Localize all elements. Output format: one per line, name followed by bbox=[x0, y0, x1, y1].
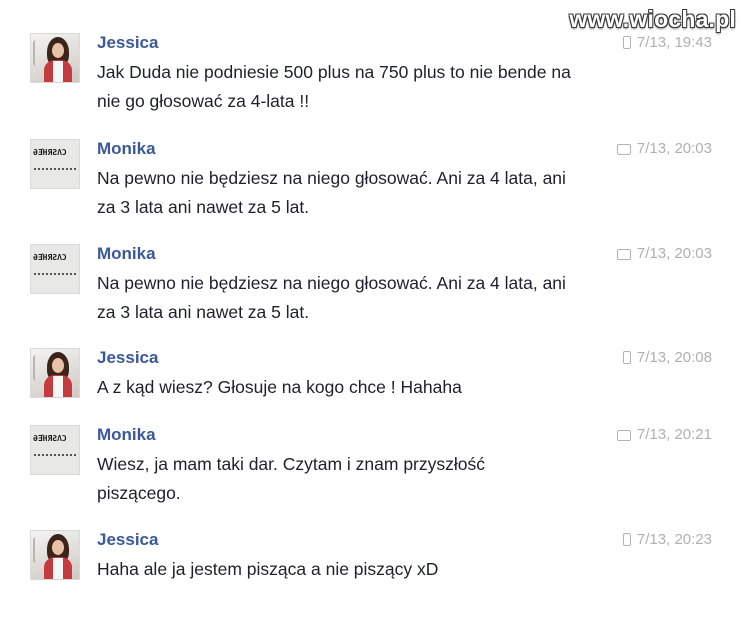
phone-icon bbox=[622, 533, 631, 546]
author-name[interactable]: Jessica bbox=[97, 348, 158, 368]
author-name[interactable]: Jessica bbox=[97, 33, 158, 53]
message-timestamp: 7/13, 20:23 bbox=[622, 531, 712, 548]
message-text: Na pewno nie będziesz na niego głosować.… bbox=[97, 168, 566, 217]
jessica-avatar[interactable] bbox=[30, 33, 80, 83]
jessica-avatar[interactable] bbox=[30, 348, 80, 398]
monika-avatar[interactable]: ƏƎΉЯƧΛƆ bbox=[30, 244, 80, 294]
message-timestamp: 7/13, 20:03 bbox=[616, 245, 712, 262]
phone-icon bbox=[622, 351, 631, 364]
message-text: Wiesz, ja mam taki dar. Czytam i znam pr… bbox=[97, 454, 485, 503]
chat-icon bbox=[616, 430, 631, 441]
author-name[interactable]: Monika bbox=[97, 139, 156, 159]
author-name[interactable]: Monika bbox=[97, 425, 156, 445]
monika-avatar[interactable]: ƏƎΉЯƧΛƆ bbox=[30, 425, 80, 475]
watermark-logo: www.wiocha.pl bbox=[569, 6, 736, 32]
message-text: Haha ale ja jestem pisząca a nie piszący… bbox=[97, 559, 439, 579]
message-timestamp: 7/13, 19:43 bbox=[622, 34, 712, 51]
chat-icon bbox=[616, 249, 631, 260]
message-text: A z kąd wiesz? Głosuje na kogo chce ! Ha… bbox=[97, 377, 462, 397]
jessica-avatar[interactable] bbox=[30, 530, 80, 580]
message-text: Na pewno nie będziesz na niego głosować.… bbox=[97, 273, 566, 322]
message-timestamp: 7/13, 20:21 bbox=[616, 426, 712, 443]
message-timestamp: 7/13, 20:08 bbox=[622, 349, 712, 366]
message-timestamp: 7/13, 20:03 bbox=[616, 140, 712, 157]
author-name[interactable]: Monika bbox=[97, 244, 156, 264]
author-name[interactable]: Jessica bbox=[97, 530, 158, 550]
chat-icon bbox=[616, 144, 631, 155]
message-text: Jak Duda nie podniesie 500 plus na 750 p… bbox=[97, 62, 571, 111]
phone-icon bbox=[622, 36, 631, 49]
monika-avatar[interactable]: ƏƎΉЯƧΛƆ bbox=[30, 139, 80, 189]
